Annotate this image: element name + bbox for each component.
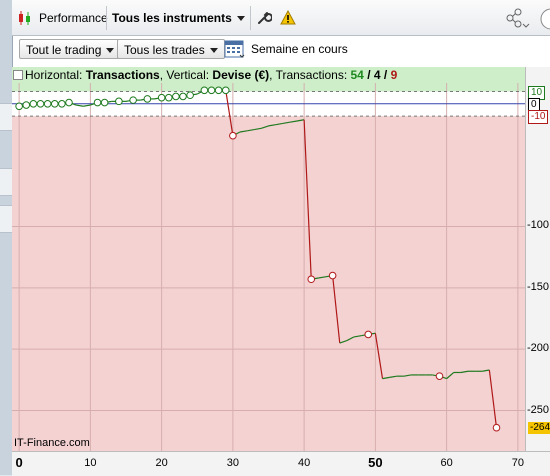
y-axis: -100 -150 -200 -250 10 0 -10 -264 (525, 67, 550, 451)
trade-marker (15, 102, 23, 111)
count-sep: / (363, 68, 374, 82)
trade-marker (22, 101, 31, 109)
close-window-icon[interactable] (538, 6, 550, 30)
trade-marker (364, 330, 373, 339)
x-tick-label: 40 (298, 457, 311, 469)
x-tick-label: 70 (511, 457, 524, 469)
trade-marker (179, 92, 187, 101)
trade-marker (143, 95, 152, 103)
chevron-down-icon (236, 16, 245, 22)
x-tick-label: 0 (15, 455, 23, 470)
watermark: IT-Finance.com (14, 437, 90, 449)
share-icon[interactable] (502, 7, 532, 29)
trade-marker (186, 91, 194, 100)
background-strip (0, 103, 12, 131)
trade-marker (164, 93, 173, 102)
warning-icon[interactable] (280, 10, 296, 26)
trade-marker (65, 98, 73, 107)
trade-marker (157, 93, 166, 102)
trade-marker (328, 271, 337, 280)
last-value-badge: -264 (528, 421, 550, 434)
trade-marker (129, 96, 137, 104)
trading-filter-dropdown[interactable]: Tout le trading (19, 39, 122, 59)
trade-marker (58, 100, 66, 108)
y-tick-label: -200 (526, 342, 549, 355)
background-strip (0, 168, 12, 196)
candlestick-chart-icon (19, 11, 30, 25)
trade-marker (229, 131, 237, 140)
trade-marker (100, 98, 109, 107)
count-loss: 9 (390, 68, 398, 82)
trade-marker (93, 98, 102, 107)
calendar-icon[interactable] (224, 39, 246, 59)
trade-marker (221, 86, 230, 95)
week-label: Semaine en cours (251, 42, 348, 56)
equity-curve-plot[interactable] (12, 83, 525, 451)
trade-marker (50, 100, 59, 108)
count-prefix: , Transactions: (269, 68, 351, 82)
checkbox[interactable] (13, 70, 23, 80)
y-tick-label: -150 (526, 280, 549, 293)
count-win: 4 (373, 68, 381, 82)
horizontal-value: Transactions (85, 68, 160, 82)
horizontal-prefix: Horizontal: (25, 68, 86, 82)
trade-marker (207, 86, 216, 95)
trade-marker (29, 100, 38, 108)
x-tick-label: 30 (226, 457, 239, 469)
vertical-value: Devise (€) (212, 68, 270, 82)
background-strip (0, 205, 12, 233)
trade-marker (492, 423, 501, 432)
count-total: 54 (350, 68, 364, 82)
x-tick-label: 50 (368, 455, 383, 470)
y-tick-label: -100 (526, 219, 549, 232)
count-sep: / (380, 68, 391, 82)
chevron-down-icon (209, 48, 218, 54)
trades-filter-label: Tous les trades (124, 43, 205, 57)
loss-zone (12, 116, 525, 451)
trades-filter-dropdown[interactable]: Tous les trades (117, 39, 225, 59)
chart-info-bar: Horizontal: Transactions, Vertical: Devi… (12, 67, 525, 83)
trade-marker (172, 92, 180, 101)
trade-marker (307, 275, 316, 284)
x-tick-label: 10 (84, 457, 97, 469)
trade-marker (214, 86, 223, 95)
performance-title: Performance (39, 11, 108, 25)
chevron-down-icon (106, 48, 115, 54)
instruments-dropdown[interactable]: Tous les instruments (112, 11, 245, 25)
profit-zone (12, 83, 525, 92)
background-window-edge (0, 0, 12, 475)
trade-marker (115, 97, 123, 106)
trade-marker (435, 372, 444, 380)
reference-label: -10 (528, 110, 549, 125)
trade-marker (43, 100, 52, 108)
trade-marker (200, 86, 209, 95)
wrench-icon[interactable] (256, 10, 272, 26)
trade-marker (36, 100, 45, 108)
x-axis: 0 10 20 30 40 50 60 70 (12, 451, 550, 476)
x-tick-label: 20 (155, 457, 168, 469)
vertical-prefix: , Vertical: (159, 68, 213, 82)
trading-filter-label: Tout le trading (26, 43, 102, 57)
instruments-dropdown-label: Tous les instruments (112, 11, 232, 25)
x-tick-label: 60 (440, 457, 453, 469)
window-titlebar: Performance Tous les instruments (12, 0, 550, 36)
y-tick-label: -250 (526, 403, 549, 416)
